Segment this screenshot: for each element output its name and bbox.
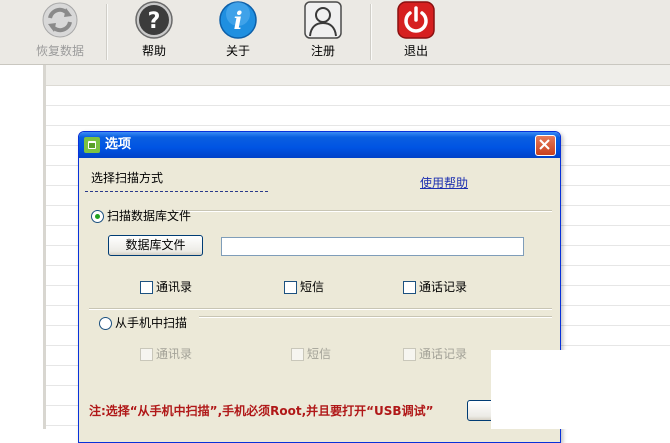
scan-phone-label[interactable]: 从手机中扫描	[115, 316, 187, 330]
help-label: 帮助	[141, 44, 166, 58]
app-icon	[84, 137, 100, 153]
scan-db-label[interactable]: 扫描数据库文件	[107, 209, 191, 223]
root-requirement-note: 注:选择“从手机中扫描”,手机必须Root,并且要打开“USB调试”	[89, 404, 434, 418]
checkbox-phone-sms[interactable]	[291, 348, 304, 361]
db-file-button[interactable]: 数据库文件	[108, 235, 203, 256]
scan-mode-label: 选择扫描方式	[91, 171, 164, 185]
radio-scan-db[interactable]	[91, 210, 104, 223]
user-icon	[304, 1, 342, 39]
group-divider	[176, 210, 552, 212]
register-label: 注册	[310, 44, 335, 58]
exit-label: 退出	[403, 44, 428, 58]
radio-scan-phone[interactable]	[99, 317, 112, 330]
refresh-icon	[42, 2, 78, 38]
help-button[interactable]: ? 帮助	[119, 0, 189, 64]
dialog-title: 选项	[105, 137, 132, 152]
svg-text:i: i	[233, 6, 242, 35]
checkbox-db-sms-label: 短信	[300, 280, 325, 294]
restore-data-label: 恢复数据	[35, 44, 84, 58]
power-icon	[397, 1, 435, 39]
scan-mode-underline	[85, 191, 268, 192]
checkbox-phone-contacts-label: 通讯录	[156, 347, 193, 361]
register-button[interactable]: 注册	[288, 0, 358, 64]
close-icon	[539, 139, 550, 150]
close-button[interactable]	[535, 135, 556, 156]
question-icon: ?	[135, 1, 173, 39]
about-button[interactable]: i 关于	[203, 0, 273, 64]
checkbox-phone-contacts[interactable]	[140, 348, 153, 361]
toolbar-separator	[106, 4, 108, 60]
options-dialog: 选项 选择扫描方式 使用帮助 扫描数据库文件 数据库文件 通讯录 短信 通话记录…	[78, 131, 561, 443]
checkbox-db-calllog[interactable]	[403, 281, 416, 294]
list-header	[46, 65, 670, 86]
toolbar: 恢复数据 ? 帮助 i 关于 注册 退出	[0, 0, 670, 65]
restore-data-button[interactable]: 恢复数据	[25, 0, 95, 64]
left-panel	[0, 65, 46, 429]
checkbox-db-calllog-label: 通话记录	[419, 280, 468, 294]
checkbox-phone-calllog-label: 通话记录	[419, 347, 468, 361]
db-path-input[interactable]	[221, 237, 524, 256]
help-link[interactable]: 使用帮助	[420, 176, 468, 190]
checkbox-db-contacts-label: 通讯录	[156, 280, 193, 294]
checkbox-db-contacts[interactable]	[140, 281, 153, 294]
about-label: 关于	[225, 44, 250, 58]
checkbox-db-sms[interactable]	[284, 281, 297, 294]
dialog-titlebar[interactable]: 选项	[79, 132, 560, 158]
info-icon: i	[219, 1, 257, 39]
toolbar-separator	[370, 4, 372, 60]
exit-button[interactable]: 退出	[381, 0, 451, 64]
group-divider	[199, 316, 552, 318]
cropped-overlay	[491, 350, 670, 429]
group-divider	[89, 308, 552, 310]
checkbox-phone-calllog[interactable]	[403, 348, 416, 361]
checkbox-phone-sms-label: 短信	[307, 347, 332, 361]
svg-text:?: ?	[148, 9, 161, 34]
